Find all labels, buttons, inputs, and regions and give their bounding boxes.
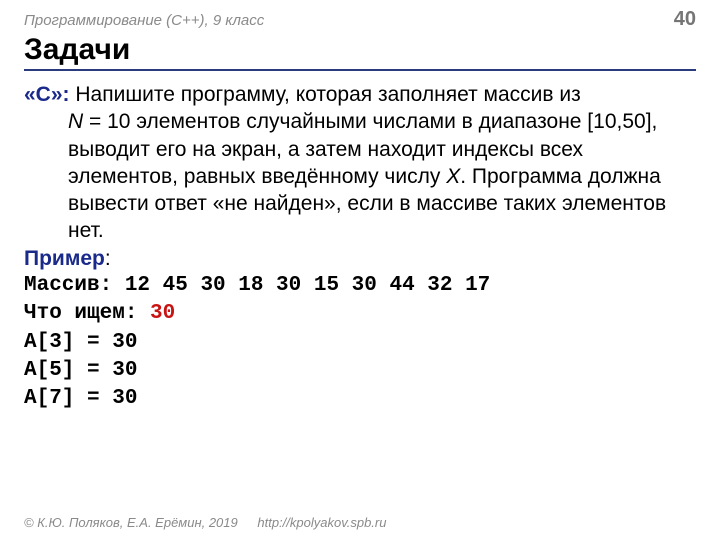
result-row-2: A[5] = 30 xyxy=(24,359,137,382)
slide: Программирование (C++), 9 класс 40 Задач… xyxy=(0,0,720,540)
task-text-1: Напишите программу, которая заполняет ма… xyxy=(70,83,581,106)
example-label: Пример xyxy=(24,247,105,270)
result-row-1: A[3] = 30 xyxy=(24,331,137,354)
array-values: 12 45 30 18 30 15 30 44 32 17 xyxy=(125,274,490,297)
copyright: © К.Ю. Поляков, Е.А. Ерёмин, 2019 xyxy=(24,515,238,530)
task-block: «C»: Напишите программу, которая заполня… xyxy=(24,81,696,245)
search-value: 30 xyxy=(150,302,175,325)
course-label: Программирование (C++), 9 класс xyxy=(24,12,264,29)
search-label: Что ищем: xyxy=(24,302,150,325)
example-output: Массив: 12 45 30 18 30 15 30 44 32 17 Чт… xyxy=(24,272,696,414)
var-x: X xyxy=(446,165,460,188)
array-label: Массив: xyxy=(24,274,125,297)
result-row-3: A[7] = 30 xyxy=(24,387,137,410)
content-body: «C»: Напишите программу, которая заполня… xyxy=(24,81,696,414)
footer: © К.Ю. Поляков, Е.А. Ерёмин, 2019 http:/… xyxy=(24,515,386,530)
task-text-cont: N = 10 элементов случайными числами в ди… xyxy=(24,108,696,244)
example-block: Пример: xyxy=(24,245,696,272)
footer-url: http://kpolyakov.spb.ru xyxy=(257,515,386,530)
var-n: N xyxy=(68,110,83,133)
example-colon: : xyxy=(105,247,111,270)
top-bar: Программирование (C++), 9 класс 40 xyxy=(24,8,696,31)
task-difficulty-label: «C»: xyxy=(24,83,70,106)
page-number: 40 xyxy=(674,8,696,31)
page-title: Задачи xyxy=(24,33,696,71)
